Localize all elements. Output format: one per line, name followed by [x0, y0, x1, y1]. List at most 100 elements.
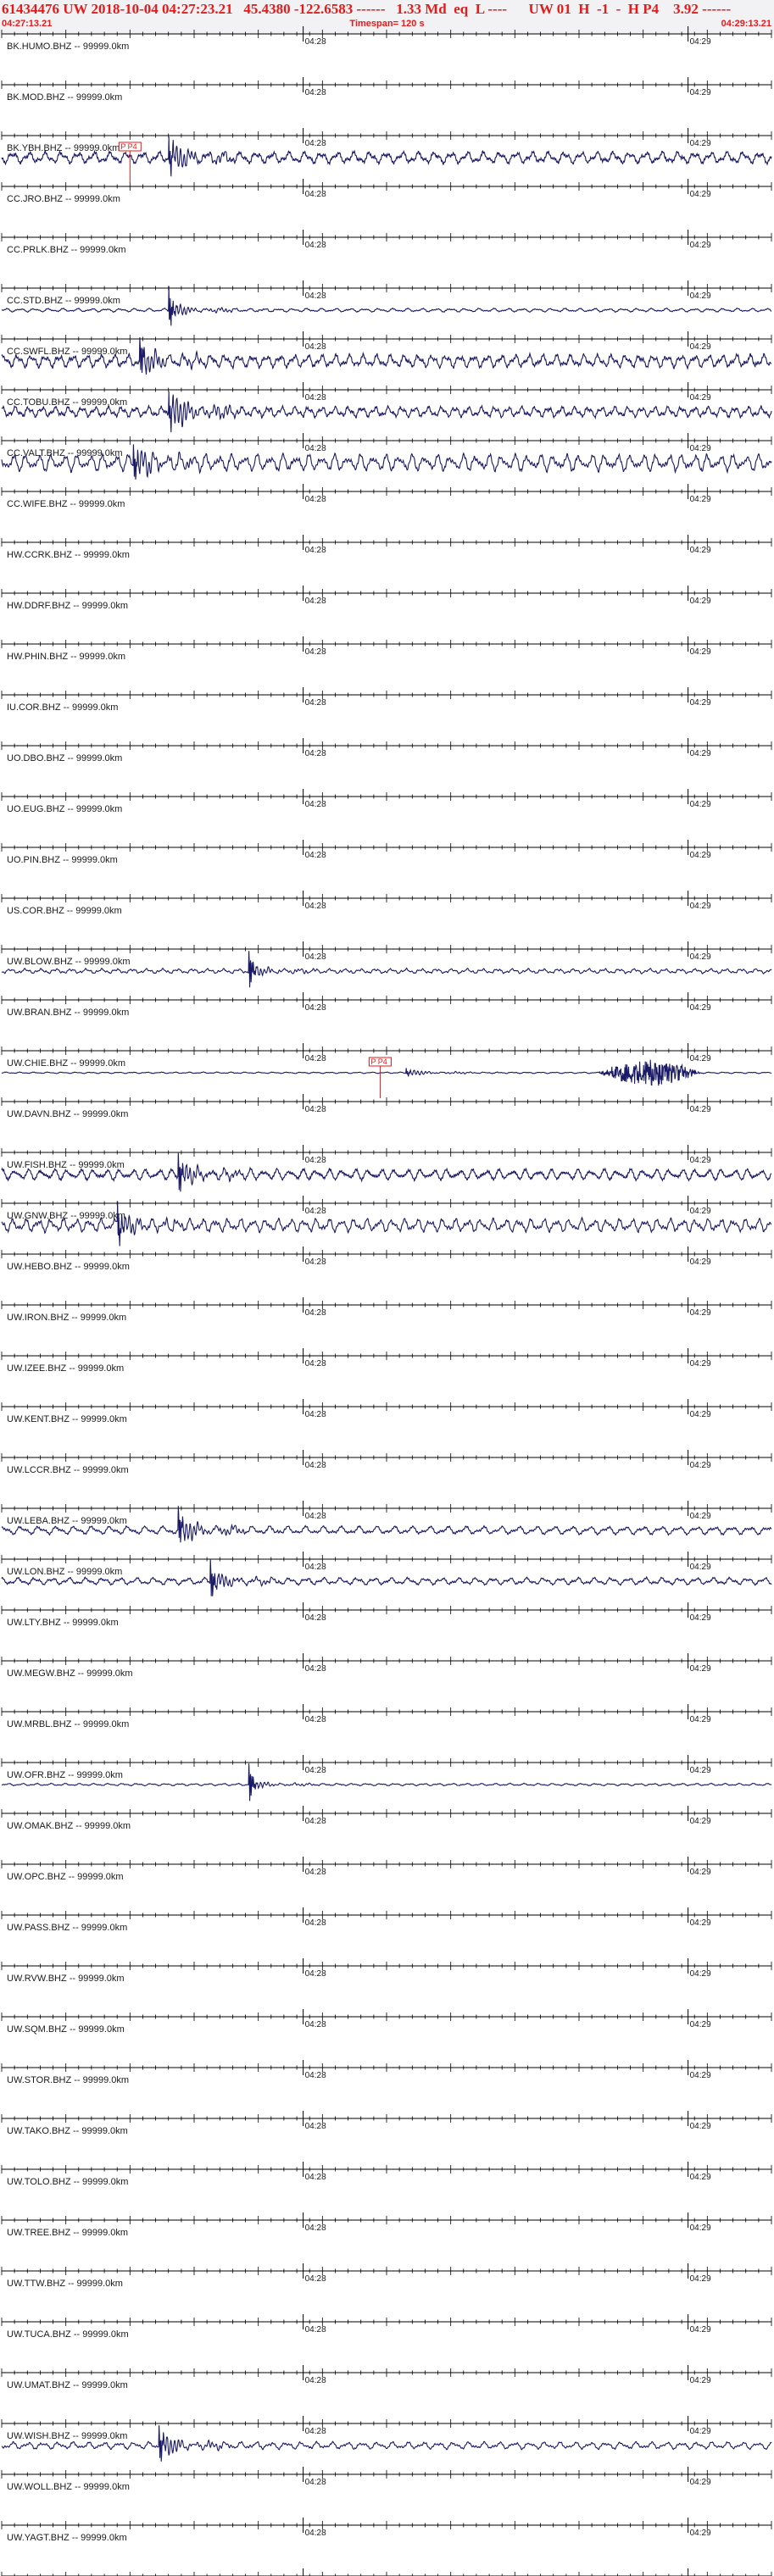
time-tick-label: 04:29	[690, 1054, 711, 1063]
axis-ticks	[1, 1402, 772, 1411]
axis-ticks	[1, 1097, 772, 1106]
station-label: UW.TREE.BHZ -- 99999.0km	[7, 2228, 128, 2238]
station-label: UO.PIN.BHZ -- 99999.0km	[7, 855, 118, 865]
time-tick-label: 04:28	[305, 2478, 326, 2487]
time-tick-label: 04:28	[305, 190, 326, 199]
time-tick-label: 04:29	[690, 241, 711, 250]
axis-ticks	[1, 538, 772, 547]
station-label: UW.IZEE.BHZ -- 99999.0km	[7, 1363, 124, 1374]
time-tick-label: 04:29	[690, 1766, 711, 1775]
time-tick-label: 04:28	[305, 1868, 326, 1877]
axis-ticks	[1, 1860, 772, 1868]
time-tick-label: 04:28	[305, 1105, 326, 1114]
time-tick-label: 04:29	[690, 1461, 711, 1470]
axis-ticks	[1, 2419, 772, 2428]
axis-ticks	[1, 1250, 772, 1258]
time-tick-label: 04:29	[690, 1664, 711, 1674]
axis-ticks	[1, 843, 772, 852]
time-tick-label: 04:29	[690, 2478, 711, 2487]
axis-ticks	[1, 2572, 772, 2576]
station-label: UW.LEBA.BHZ -- 99999.0km	[7, 1516, 127, 1526]
station-label: UW.WOLL.BHZ -- 99999.0km	[7, 2482, 130, 2492]
station-label: BK.MOD.BHZ -- 99999.0km	[7, 92, 122, 103]
time-tick-label: 04:28	[305, 495, 326, 504]
station-label: UW.BRAN.BHZ -- 99999.0km	[7, 1008, 129, 1018]
time-tick-label: 04:28	[305, 1715, 326, 1724]
station-label: UW.MRBL.BHZ -- 99999.0km	[7, 1719, 129, 1729]
time-tick-label: 04:29	[690, 393, 711, 402]
time-tick-label: 04:29	[690, 2173, 711, 2182]
station-label: UW.PASS.BHZ -- 99999.0km	[7, 1923, 127, 1933]
station-label: UW.BLOW.BHZ -- 99999.0km	[7, 957, 130, 967]
time-tick-label: 04:29	[690, 2529, 711, 2538]
time-tick-label: 04:29	[690, 495, 711, 504]
time-tick-label: 04:28	[305, 1613, 326, 1623]
axis-ticks	[1, 1657, 772, 1665]
station-label: UW.TUCA.BHZ -- 99999.0km	[7, 2329, 129, 2340]
time-tick-label: 04:29	[690, 291, 711, 301]
axis-ticks	[1, 233, 772, 242]
time-tick-label: 04:28	[305, 2020, 326, 2029]
time-tick-label: 04:29	[690, 2223, 711, 2233]
time-tick-label: 04:28	[305, 139, 326, 148]
time-tick-label: 04:29	[690, 546, 711, 555]
axis-ticks	[1, 1301, 772, 1309]
axis-ticks	[1, 487, 772, 496]
time-tick-label: 04:28	[305, 1563, 326, 1572]
time-tick-label: 04:28	[305, 749, 326, 758]
time-tick-label: 04:28	[305, 2274, 326, 2284]
time-tick-label: 04:29	[690, 952, 711, 962]
axis-ticks	[1, 335, 772, 343]
station-label: HW.PHIN.BHZ -- 99999.0km	[7, 652, 125, 662]
time-tick-label: 04:29	[690, 1918, 711, 1928]
axis-ticks	[1, 1962, 772, 1970]
time-tick-label: 04:29	[690, 1410, 711, 1419]
station-label: UW.GNW.BHZ -- 99999.0km	[7, 1211, 125, 1221]
time-tick-label: 04:29	[690, 902, 711, 911]
axis-ticks	[1, 1504, 772, 1513]
time-tick-label: 04:29	[690, 1563, 711, 1572]
axis-ticks	[1, 2470, 772, 2479]
time-tick-label: 04:28	[305, 2325, 326, 2334]
seismogram-plot: 04:28 04:29 04:28 04:29 04:28 04:29 04:28 04:29…	[1, 26, 772, 2576]
time-tick-label: 04:28	[305, 2173, 326, 2182]
time-tick-label: 04:29	[690, 749, 711, 758]
waveform-trace	[1, 1152, 772, 1192]
time-tick-label: 04:28	[305, 1054, 326, 1063]
station-label: UW.KENT.BHZ -- 99999.0km	[7, 1414, 127, 1424]
station-label: UW.CHIE.BHZ -- 99999.0km	[7, 1058, 125, 1069]
axis-ticks	[1, 996, 772, 1004]
axis-ticks	[1, 80, 772, 89]
axis-ticks	[1, 1352, 772, 1360]
time-tick-label: 04:28	[305, 902, 326, 911]
station-label: CC.JRO.BHZ -- 99999.0km	[7, 194, 120, 204]
time-tick-label: 04:28	[305, 1003, 326, 1013]
pick-label: P P4	[370, 1058, 387, 1066]
axis-ticks	[1, 1758, 772, 1767]
time-tick-label: 04:29	[690, 597, 711, 606]
time-tick-label: 04:29	[690, 2325, 711, 2334]
axis-ticks	[1, 1707, 772, 1716]
station-label: HW.CCRK.BHZ -- 99999.0km	[7, 550, 130, 560]
time-tick-label: 04:28	[305, 342, 326, 352]
axis-ticks	[1, 1606, 772, 1614]
time-tick-label: 04:29	[690, 1613, 711, 1623]
time-tick-label: 04:29	[690, 1207, 711, 1216]
time-tick-label: 04:28	[305, 1156, 326, 1165]
time-tick-label: 04:29	[690, 2274, 711, 2284]
time-tick-label: 04:29	[690, 1868, 711, 1877]
time-tick-label: 04:28	[305, 88, 326, 97]
time-tick-label: 04:29	[690, 2020, 711, 2029]
axis-ticks	[1, 284, 772, 292]
axis-ticks	[1, 894, 772, 902]
time-tick-label: 04:28	[305, 1766, 326, 1775]
time-tick-label: 04:28	[305, 37, 326, 47]
time-tick-label: 04:29	[690, 1512, 711, 1521]
station-label: HW.DDRF.BHZ -- 99999.0km	[7, 601, 128, 611]
axis-ticks	[1, 945, 772, 953]
axis-ticks	[1, 691, 772, 699]
time-tick-label: 04:28	[305, 291, 326, 301]
time-tick-label: 04:28	[305, 698, 326, 708]
station-label: UW.OPC.BHZ -- 99999.0km	[7, 1872, 124, 1882]
time-tick-label: 04:28	[305, 1410, 326, 1419]
